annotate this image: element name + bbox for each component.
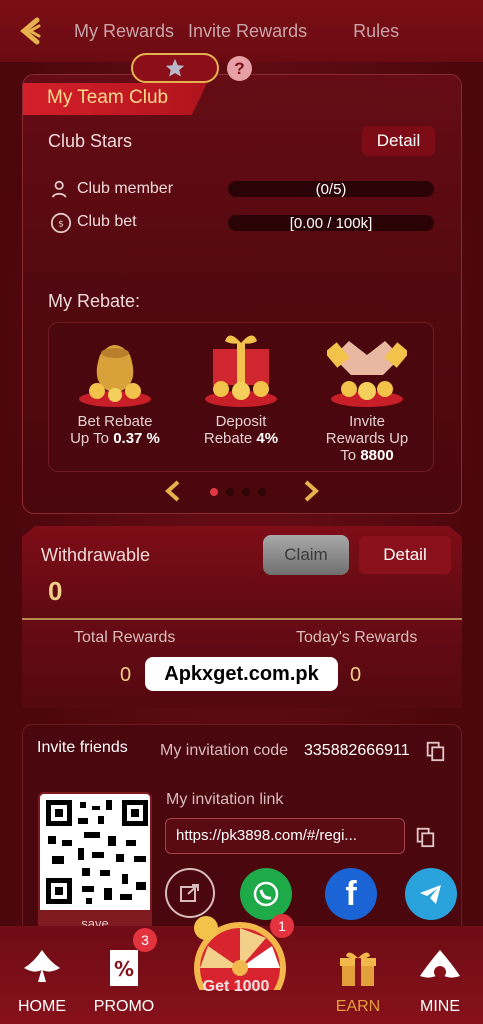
tab-rules[interactable]: Rules bbox=[353, 21, 399, 42]
carousel-next-icon[interactable] bbox=[300, 480, 320, 502]
share-icon bbox=[180, 884, 199, 902]
home-icon bbox=[24, 950, 60, 982]
money-bag-icon bbox=[79, 345, 151, 407]
mine-icon bbox=[420, 950, 460, 978]
today-rewards-label: Today's Rewards bbox=[296, 629, 418, 646]
rebate-bet-line1: Bet Rebate bbox=[77, 413, 153, 430]
member-icon bbox=[50, 178, 72, 200]
nav-mine-label: MINE bbox=[420, 998, 460, 1015]
back-icon bbox=[20, 17, 41, 45]
club-bet-label: Club bet bbox=[77, 213, 137, 230]
club-stars-label: Club Stars bbox=[48, 131, 133, 151]
total-rewards-label: Total Rewards bbox=[74, 629, 176, 646]
copy-link-icon[interactable] bbox=[414, 826, 436, 848]
carousel-prev-icon[interactable] bbox=[164, 480, 184, 502]
withdrawable-label: Withdrawable bbox=[41, 545, 151, 565]
nav-home-label: HOME bbox=[18, 998, 66, 1015]
claim-button[interactable]: Claim bbox=[263, 535, 349, 575]
carousel-dot[interactable] bbox=[242, 488, 250, 496]
invitation-link-label: My invitation link bbox=[166, 791, 284, 808]
nav-center-label: Get 1000 bbox=[202, 978, 270, 995]
nav-earn-label: EARN bbox=[335, 998, 381, 1015]
promo-icon: % bbox=[110, 950, 138, 986]
rebate-invite-line3: To bbox=[340, 447, 357, 464]
invite-title: Invite friends bbox=[37, 739, 128, 756]
carousel-dot[interactable] bbox=[210, 488, 218, 496]
club-bet-progress: [0.00 / 100k] bbox=[228, 215, 434, 232]
carousel-dot[interactable] bbox=[226, 488, 234, 496]
rebate-item-bet[interactable]: Bet Rebate Up To 0.37 % bbox=[55, 323, 175, 447]
telegram-button[interactable] bbox=[405, 868, 457, 920]
carousel-dot[interactable] bbox=[258, 488, 266, 496]
carousel-dots bbox=[210, 488, 266, 496]
promo-badge: 3 bbox=[133, 928, 157, 952]
rebate-invite-line2: Rewards Up bbox=[325, 430, 409, 447]
withdraw-detail-button[interactable]: Detail bbox=[359, 536, 451, 574]
rebate-deposit-line1: Deposit bbox=[215, 413, 267, 430]
handshake-coins-icon bbox=[324, 341, 410, 407]
invitation-code-label: My invitation code bbox=[160, 742, 289, 759]
top-nav: My Rewards Invite Rewards Rules bbox=[0, 0, 483, 62]
nav-home[interactable]: HOME bbox=[2, 938, 82, 1016]
club-stars-badge bbox=[131, 53, 219, 83]
team-club-title: My Team Club bbox=[23, 83, 207, 115]
star-icon bbox=[165, 58, 185, 77]
qr-code-image bbox=[46, 800, 148, 904]
help-icon[interactable]: ? bbox=[227, 56, 252, 81]
rebate-bet-value: 0.37 % bbox=[113, 430, 160, 447]
rebate-deposit-line2: Rebate bbox=[203, 430, 253, 447]
whatsapp-icon bbox=[253, 881, 279, 907]
facebook-button[interactable]: f bbox=[325, 868, 377, 920]
rebate-carousel: Bet Rebate Up To 0.37 % Deposit Rebate 4… bbox=[48, 322, 434, 472]
nav-earn[interactable]: EARN bbox=[318, 938, 398, 1016]
nav-mine[interactable]: MINE bbox=[400, 938, 480, 1016]
copy-code-icon[interactable] bbox=[424, 740, 446, 762]
club-member-label: Club member bbox=[77, 180, 174, 197]
rebate-invite-line1: Invite bbox=[349, 413, 385, 430]
rebate-bet-line2: Up To bbox=[70, 430, 110, 447]
facebook-icon: f bbox=[345, 874, 357, 913]
invitation-link-field[interactable]: https://pk3898.com/#/regi... bbox=[165, 818, 405, 854]
rebate-title: My Rebate: bbox=[48, 291, 141, 311]
rebate-item-deposit[interactable]: Deposit Rebate 4% bbox=[181, 323, 301, 447]
invitation-code-value: 335882666911 bbox=[304, 742, 410, 759]
telegram-icon bbox=[420, 885, 441, 904]
total-rewards-value: 0 bbox=[120, 664, 132, 686]
svg-text:$: $ bbox=[58, 219, 64, 230]
wheel-badge: 1 bbox=[270, 914, 294, 938]
rebate-item-invite[interactable]: Invite Rewards Up To 8800 bbox=[307, 323, 427, 464]
nav-promo-label: PROMO bbox=[93, 998, 155, 1015]
gift-icon bbox=[340, 952, 376, 986]
svg-text:%: % bbox=[114, 957, 134, 981]
rebate-invite-value: 8800 bbox=[360, 447, 394, 464]
watermark-label: Apkxget.com.pk bbox=[145, 657, 338, 691]
bet-icon: $ bbox=[50, 212, 72, 234]
qr-code[interactable]: save bbox=[38, 792, 152, 932]
club-member-progress: (0/5) bbox=[228, 181, 434, 198]
withdrawable-amount: 0 bbox=[48, 576, 63, 606]
back-button[interactable] bbox=[0, 0, 60, 62]
tab-my-rewards[interactable]: My Rewards bbox=[74, 21, 174, 42]
today-rewards-value: 0 bbox=[350, 664, 362, 686]
tab-invite-rewards[interactable]: Invite Rewards bbox=[188, 21, 307, 42]
gift-coins-icon bbox=[205, 335, 277, 407]
club-detail-button[interactable]: Detail bbox=[362, 126, 435, 156]
rebate-deposit-value: 4% bbox=[256, 430, 279, 447]
